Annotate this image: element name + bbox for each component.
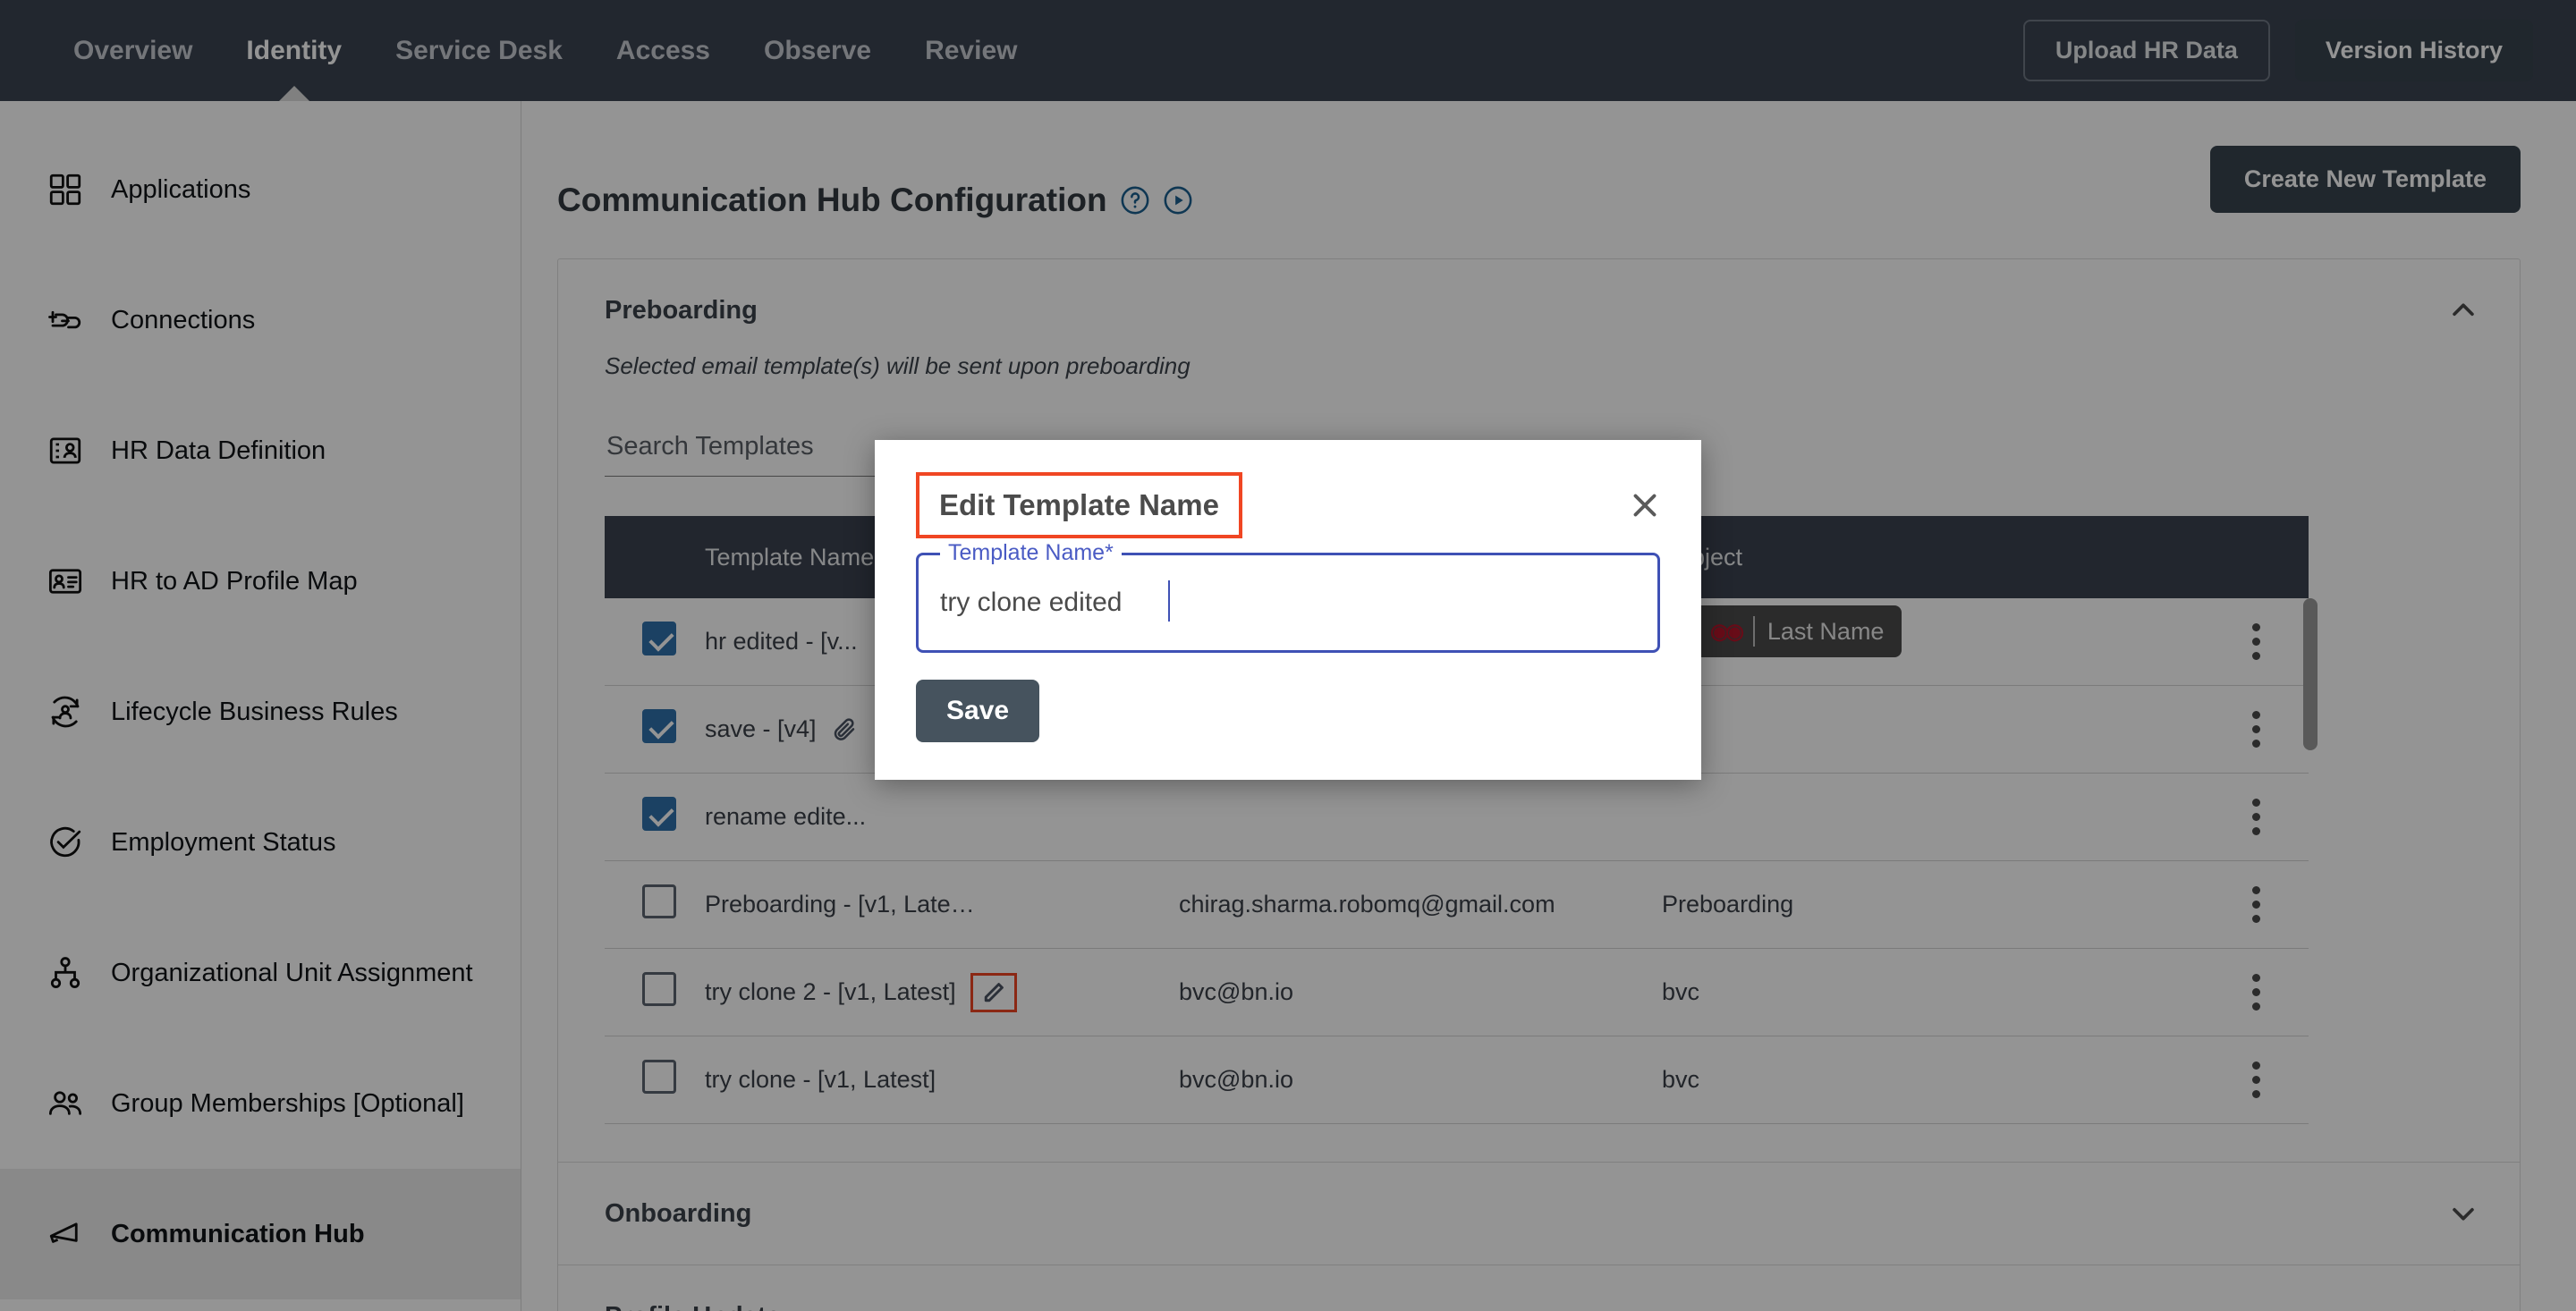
close-icon[interactable] [1626, 486, 1664, 524]
dialog-title-highlight: Edit Template Name [916, 472, 1242, 538]
template-name-input[interactable] [919, 555, 1657, 650]
dialog-title: Edit Template Name [939, 488, 1219, 521]
save-button[interactable]: Save [916, 680, 1040, 742]
app-root: Overview Identity Service Desk Access Ob… [0, 0, 2576, 1311]
edit-template-name-dialog: Edit Template Name Template Name* Save [875, 440, 1701, 780]
template-name-field: Template Name* [916, 540, 1660, 653]
dialog-header: Edit Template Name [875, 440, 1701, 538]
text-cursor [1168, 580, 1170, 622]
